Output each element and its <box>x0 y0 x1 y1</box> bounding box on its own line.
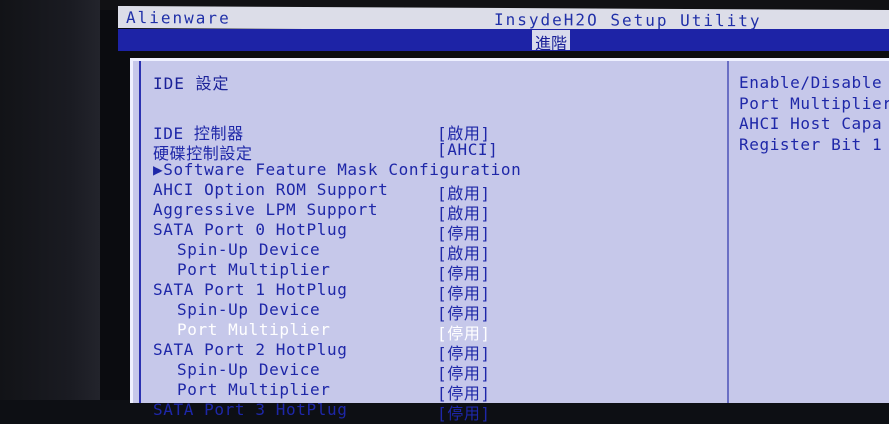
setting-value[interactable]: [停用] <box>437 400 491 424</box>
setting-row[interactable]: Port Multiplier [停用] <box>153 320 713 343</box>
help-line: AHCI Host Capa <box>739 114 883 133</box>
setting-label: Spin-Up Device <box>177 360 321 379</box>
setting-row[interactable]: SATA Port 0 HotPlug [停用] <box>153 220 713 243</box>
setting-row[interactable]: AHCI Option ROM Support [啟用] <box>153 180 713 203</box>
setting-label: Port Multiplier <box>177 380 331 399</box>
setting-label: Spin-Up Device <box>177 240 321 259</box>
settings-panel: IDE 設定 IDE 控制器 [啟用] 硬碟控制設定 [AHCI] ▶Software … <box>130 58 889 423</box>
setting-label: SATA Port 3 HotPlug <box>153 400 348 419</box>
utility-name: InsydeH2O Setup Utility <box>494 9 762 31</box>
setting-label: SATA Port 1 HotPlug <box>153 280 348 299</box>
monitor-bezel <box>0 0 100 400</box>
setting-row[interactable]: SATA Port 3 HotPlug [停用] <box>153 400 713 423</box>
setting-value[interactable]: [AHCI] <box>437 140 498 159</box>
help-line: Port Multiplier <box>739 93 889 113</box>
help-line: Register Bit 1 <box>739 134 883 154</box>
help-divider <box>727 61 729 403</box>
setting-label: SATA Port 0 HotPlug <box>153 220 348 239</box>
setting-row[interactable]: ▶Software Feature Mask Configuration <box>153 160 713 180</box>
setting-label: SATA Port 2 HotPlug <box>153 340 348 359</box>
setting-label: Port Multiplier <box>177 260 331 279</box>
setting-row[interactable]: Spin-Up Device [停用] <box>153 360 713 383</box>
setting-row[interactable]: 硬碟控制設定 [AHCI] <box>153 140 713 163</box>
setting-row[interactable]: Port Multiplier [停用] <box>153 380 713 403</box>
setting-row[interactable]: SATA Port 2 HotPlug [停用] <box>153 340 713 363</box>
bios-screen: Alienware InsydeH2O Setup Utility 進階 IDE… <box>0 0 889 423</box>
setting-row[interactable]: Port Multiplier [停用] <box>153 260 713 283</box>
setting-label: ▶Software Feature Mask Configuration <box>153 160 522 179</box>
setting-row[interactable]: Aggressive LPM Support [啟用] <box>153 200 713 223</box>
setting-row[interactable]: Spin-Up Device [啟用] <box>153 240 713 263</box>
brand-name: Alienware <box>126 8 231 28</box>
setting-row[interactable]: Spin-Up Device [停用] <box>153 300 713 323</box>
section-title: IDE 設定 <box>153 74 230 93</box>
setting-row[interactable]: SATA Port 1 HotPlug [停用] <box>153 280 713 303</box>
tab-bar: 進階 <box>118 29 889 53</box>
setting-label: Port Multiplier <box>177 320 331 339</box>
setting-label: Spin-Up Device <box>177 300 321 319</box>
tab-advanced[interactable]: 進階 <box>532 30 571 53</box>
setting-row[interactable]: IDE 控制器 [啟用] <box>153 120 713 143</box>
help-line: Enable/Disable <box>739 73 883 92</box>
setting-label: AHCI Option ROM Support <box>153 180 389 199</box>
panel-border <box>139 61 141 403</box>
help-panel: Enable/Disable Port Multiplier AHCI Host C… <box>739 73 889 155</box>
setting-label: Aggressive LPM Support <box>153 200 379 219</box>
